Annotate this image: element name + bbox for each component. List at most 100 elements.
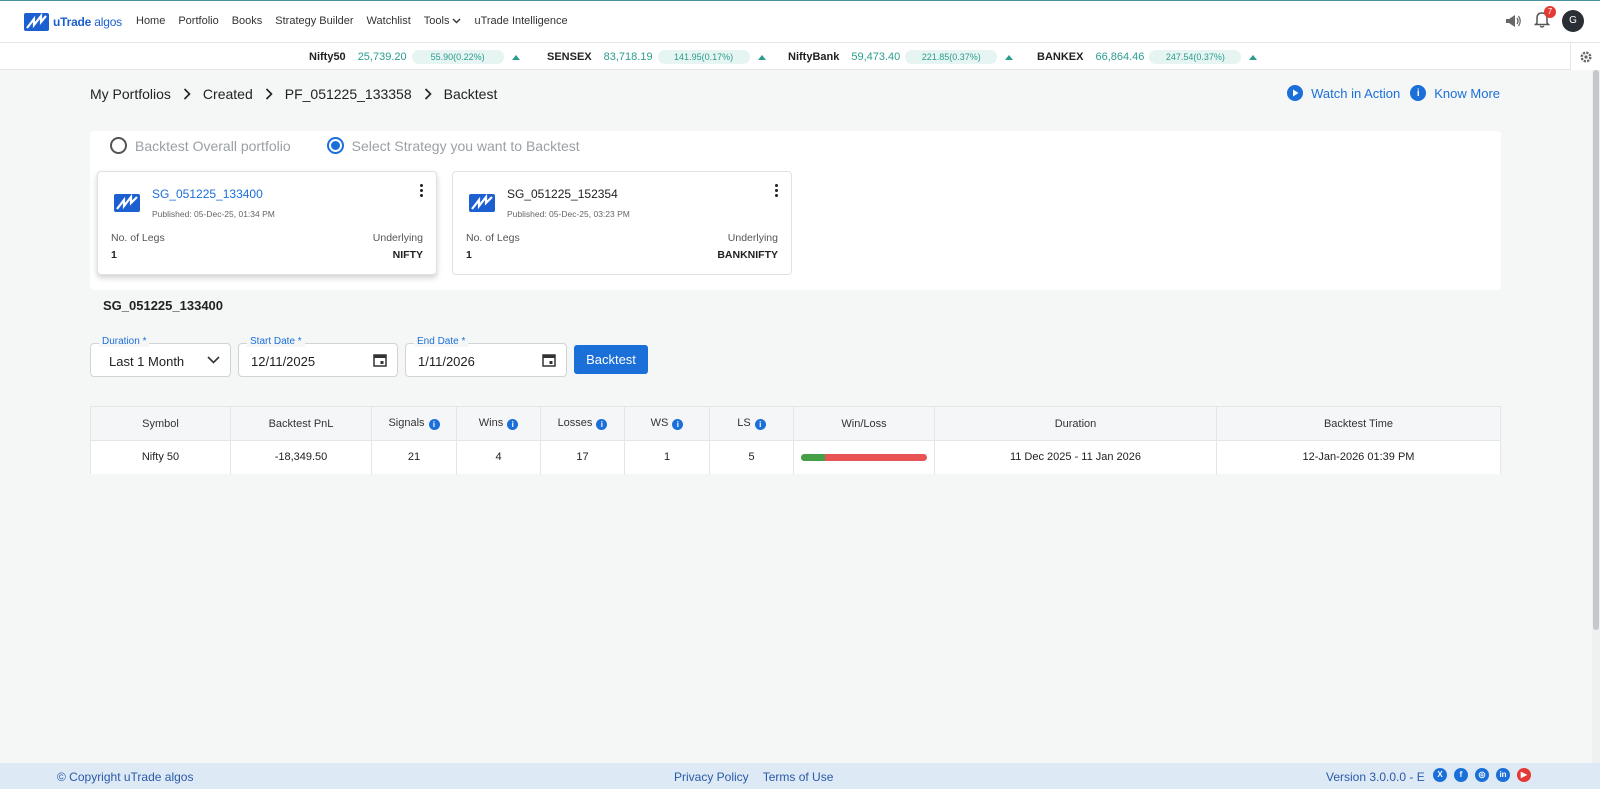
info-icon[interactable]: i: [672, 419, 684, 430]
breadcrumb-my-portfolios[interactable]: My Portfolios: [90, 86, 171, 102]
nav-utrade-intelligence[interactable]: uTrade Intelligence: [474, 15, 567, 27]
radio-unchecked-icon: [110, 137, 127, 154]
user-avatar[interactable]: G: [1562, 10, 1584, 32]
strategy-logo-icon: [469, 194, 495, 212]
nav-portfolio[interactable]: Portfolio: [178, 15, 218, 27]
chevron-right-icon: [183, 88, 191, 100]
col-duration: Duration: [934, 406, 1217, 441]
page-scrollbar[interactable]: [1592, 70, 1600, 763]
up-arrow-icon: [757, 54, 766, 60]
notifications-button[interactable]: 7: [1533, 6, 1556, 31]
strategy-name[interactable]: SG_051225_152354: [507, 187, 618, 201]
ticker-item-nifty50[interactable]: Nifty50 25,739.20 55.90(0.22%): [309, 50, 520, 64]
ticker-value: 66,864.46: [1095, 51, 1145, 63]
social-links: X f ◎ in ▶: [1433, 768, 1531, 782]
col-losses: Losses i: [540, 406, 625, 441]
brand-name-light: algos: [94, 15, 122, 29]
info-icon[interactable]: i: [507, 419, 519, 430]
ticker-value: 25,739.20: [357, 51, 407, 63]
linkedin-icon[interactable]: in: [1496, 768, 1510, 782]
info-icon[interactable]: i: [596, 419, 608, 430]
breadcrumb-portfolio[interactable]: PF_051225_133358: [285, 86, 412, 102]
ticker-item-niftybank[interactable]: NiftyBank 59,473.40 221.85(0.37%): [788, 50, 1014, 64]
chevron-down-icon: [207, 356, 220, 364]
selected-strategy-title: SG_051225_133400: [103, 298, 224, 313]
ticker-name: SENSEX: [547, 51, 592, 63]
chevron-right-icon: [424, 88, 432, 100]
megaphone-icon[interactable]: [1504, 13, 1522, 29]
strategy-card[interactable]: SG_051225_133400 Published: 05-Dec-25, 0…: [97, 171, 437, 275]
end-date-label: End Date *: [414, 336, 469, 347]
backtest-mode-radio-group: Backtest Overall portfolio Select Strate…: [110, 137, 580, 154]
strategy-name[interactable]: SG_051225_133400: [152, 187, 263, 201]
win-bar-fill: [801, 453, 825, 461]
table-row[interactable]: Nifty 50 -18,349.50 21 4 17 1 5 11 Dec 2…: [90, 440, 1501, 474]
ticker-change: 141.95(0.17%): [657, 50, 750, 64]
radio-checked-icon: [326, 137, 344, 154]
strategy-published: Published: 05-Dec-25, 01:34 PM: [152, 209, 275, 219]
nav-home[interactable]: Home: [136, 15, 165, 27]
nav-right-tools: 7 G: [1504, 6, 1584, 32]
underlying-label: Underlying: [727, 232, 778, 244]
ticker-change: 247.54(0.37%): [1149, 50, 1242, 64]
start-date-label: Start Date *: [247, 336, 305, 347]
col-wins: Wins i: [456, 406, 541, 441]
start-date-input[interactable]: Start Date * 12/11/2025: [238, 336, 398, 377]
radio-backtest-overall[interactable]: Backtest Overall portfolio: [110, 137, 291, 154]
legs-value: 1: [466, 249, 472, 261]
nav-books[interactable]: Books: [232, 15, 263, 27]
ticker-change: 221.85(0.37%): [905, 50, 998, 64]
end-date-input[interactable]: End Date * 1/11/2026: [405, 336, 567, 377]
nav-strategy-builder[interactable]: Strategy Builder: [275, 15, 353, 27]
radio-select-strategy[interactable]: Select Strategy you want to Backtest: [326, 137, 580, 154]
gear-icon: [1579, 50, 1592, 63]
cell-signals: 21: [371, 440, 457, 474]
brand-logo[interactable]: uTrade algos: [24, 13, 122, 31]
youtube-icon[interactable]: ▶: [1517, 768, 1531, 782]
nav-tools[interactable]: Tools: [424, 15, 462, 27]
ticker-settings-button[interactable]: [1570, 43, 1600, 70]
ticker-item-sensex[interactable]: SENSEX 83,718.19 141.95(0.17%): [547, 50, 766, 64]
ticker-value: 83,718.19: [603, 51, 653, 63]
backtest-results-table: Symbol Backtest PnL Signals i Wins i Losse…: [90, 406, 1501, 474]
more-vertical-icon[interactable]: [420, 184, 424, 199]
underlying-value: BANKNIFTY: [717, 249, 778, 261]
cell-duration: 11 Dec 2025 - 11 Jan 2026: [934, 440, 1217, 474]
cell-win-loss: [793, 440, 935, 474]
facebook-icon[interactable]: f: [1454, 768, 1468, 782]
x-twitter-icon[interactable]: X: [1433, 768, 1447, 782]
info-icon[interactable]: i: [754, 419, 766, 430]
backtest-button[interactable]: Backtest: [574, 345, 648, 374]
watch-in-action-link[interactable]: Watch in Action: [1287, 85, 1400, 101]
nav-tools-label: Tools: [423, 15, 450, 27]
know-more-link[interactable]: i Know More: [1410, 85, 1500, 101]
legs-value: 1: [111, 249, 117, 261]
cell-wins: 4: [456, 440, 541, 474]
footer: © Copyright uTrade algos Privacy Policy …: [0, 763, 1600, 789]
underlying-label: Underlying: [372, 232, 423, 244]
info-icon: i: [1410, 85, 1427, 101]
breadcrumb-created[interactable]: Created: [203, 86, 253, 102]
nav-watchlist[interactable]: Watchlist: [367, 15, 411, 27]
up-arrow-icon: [511, 54, 520, 60]
cell-losses: 17: [540, 440, 625, 474]
duration-select[interactable]: Duration * Last 1 Month: [90, 336, 231, 377]
terms-of-use-link[interactable]: Terms of Use: [763, 770, 834, 784]
strategy-card[interactable]: SG_051225_152354 Published: 05-Dec-25, 0…: [452, 171, 792, 275]
info-icon[interactable]: i: [428, 419, 440, 430]
watch-in-action-label: Watch in Action: [1311, 85, 1401, 101]
legs-label: No. of Legs: [111, 232, 165, 244]
notification-count-badge: 7: [1544, 6, 1556, 18]
privacy-policy-link[interactable]: Privacy Policy: [674, 770, 749, 784]
calendar-icon[interactable]: [373, 353, 387, 367]
scrollbar-thumb[interactable]: [1593, 70, 1599, 630]
ticker-item-bankex[interactable]: BANKEX 66,864.46 247.54(0.37%): [1037, 50, 1258, 64]
ticker-name: NiftyBank: [788, 51, 840, 63]
know-more-label: Know More: [1434, 85, 1500, 101]
instagram-icon[interactable]: ◎: [1475, 768, 1489, 782]
calendar-icon[interactable]: [542, 353, 556, 367]
breadcrumb: My Portfolios Created PF_051225_133358 B…: [90, 86, 497, 102]
more-vertical-icon[interactable]: [775, 184, 779, 199]
strategy-selection-panel: Backtest Overall portfolio Select Strate…: [90, 131, 1501, 290]
brand-name-bold: uTrade: [53, 15, 92, 29]
